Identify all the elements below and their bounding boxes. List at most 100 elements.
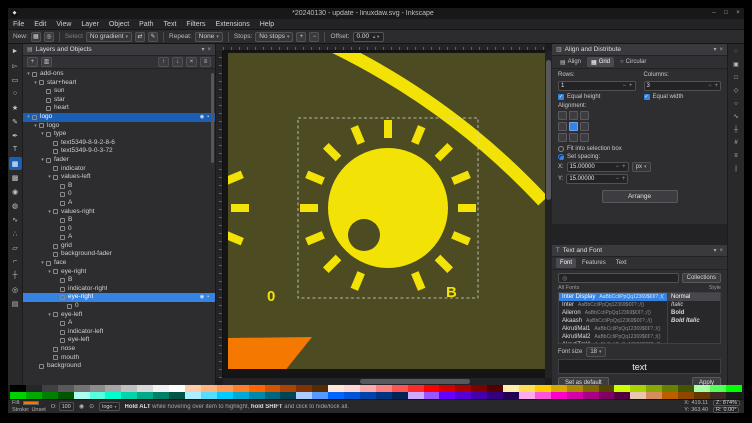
layer-mode-button[interactable]: ▥	[41, 57, 52, 67]
palette-swatch[interactable]	[74, 385, 90, 392]
tree-row-text5349-8-9-2-8-6[interactable]: text5349-8-9-2-8-6	[23, 139, 215, 148]
tree-row-mouth[interactable]: mouth	[23, 354, 215, 363]
zoom-tool[interactable]: ◎	[9, 283, 22, 296]
palette-swatch[interactable]	[265, 392, 281, 399]
y-spacing-spinner[interactable]: 15.00000 − +	[566, 174, 628, 184]
palette-swatch[interactable]	[26, 392, 42, 399]
style-item-bold[interactable]: Bold	[668, 309, 720, 317]
palette-swatch[interactable]	[10, 385, 26, 392]
font-item-akrutimal2[interactable]: AkrutiMal2AaBbCcIiPpQq12369$€¢?.;/()	[559, 333, 667, 341]
lock-icon[interactable]: •	[207, 113, 209, 122]
minus-icon[interactable]: −	[615, 176, 619, 182]
snap-bounding-box[interactable]: ▣	[731, 59, 742, 70]
palette-swatch[interactable]	[567, 385, 583, 392]
close-button[interactable]: ×	[732, 8, 744, 19]
alignment-anchor-7[interactable]	[569, 133, 578, 142]
palette-swatch[interactable]	[217, 385, 233, 392]
palette-swatch[interactable]	[249, 392, 265, 399]
pages-tool[interactable]: ▤	[9, 297, 22, 310]
snap-global-toggle[interactable]: ◌	[731, 46, 742, 57]
rotation-spinner[interactable]: R: 0.00°	[713, 407, 739, 413]
tree-row-background-fader[interactable]: background-fader	[23, 250, 215, 259]
palette-swatch[interactable]	[90, 392, 106, 399]
palette-swatch[interactable]	[328, 385, 344, 392]
expander-icon[interactable]: ▾	[39, 259, 46, 268]
tree-row-nose[interactable]: nose	[23, 345, 215, 354]
visibility-icon[interactable]: ◉	[200, 293, 204, 302]
palette-swatch[interactable]	[599, 392, 615, 399]
tree-row-eye-right[interactable]: ▾eye-right	[23, 268, 215, 277]
palette-swatch[interactable]	[439, 385, 455, 392]
palette-swatch[interactable]	[185, 385, 201, 392]
rows-spinner[interactable]: 1 − +	[558, 81, 636, 91]
alignment-anchor-0[interactable]	[558, 111, 567, 120]
equal-height-checkbox[interactable]: ✓ Equal height	[558, 94, 636, 100]
palette-swatch[interactable]	[185, 392, 201, 399]
add-layer-button[interactable]: +	[27, 57, 38, 67]
paint-bucket-tool[interactable]: ◍	[9, 199, 22, 212]
tree-row-face[interactable]: ▾face	[23, 259, 215, 268]
palette-swatch[interactable]	[503, 392, 519, 399]
palette-swatch[interactable]	[376, 392, 392, 399]
pen-tool[interactable]: ✒	[9, 129, 22, 142]
palette-swatch[interactable]	[424, 385, 440, 392]
palette-swatch[interactable]	[233, 392, 249, 399]
opacity-spinner[interactable]: 100	[59, 402, 74, 411]
palette-swatch[interactable]	[217, 392, 233, 399]
palette-swatch[interactable]	[233, 385, 249, 392]
alignment-anchor-3[interactable]	[558, 122, 567, 131]
menu-item-text[interactable]: Text	[159, 19, 182, 30]
drawing-viewport[interactable]: 0 B	[223, 51, 545, 378]
plus-icon[interactable]: +	[622, 176, 626, 182]
vertical-scrollbar[interactable]	[545, 51, 552, 378]
menu-item-filters[interactable]: Filters	[181, 19, 210, 30]
palette-swatch[interactable]	[726, 385, 742, 392]
insert-stop-button[interactable]: +	[296, 32, 306, 42]
palette-swatch[interactable]	[614, 385, 630, 392]
pencil-tool[interactable]: ✎	[9, 115, 22, 128]
palette-swatch[interactable]	[630, 385, 646, 392]
knob-indicator-dot[interactable]	[348, 219, 380, 251]
tree-row-grid[interactable]: grid	[23, 242, 215, 251]
horizontal-scrollbar-thumb[interactable]	[360, 379, 470, 384]
collections-button[interactable]: Collections	[682, 273, 721, 283]
palette-swatch[interactable]	[424, 392, 440, 399]
alignment-anchor-6[interactable]	[558, 133, 567, 142]
arrange-button[interactable]: Arrange	[602, 190, 678, 203]
palette-swatch[interactable]	[392, 392, 408, 399]
delete-stop-button[interactable]: −	[309, 32, 319, 42]
layer-visibility-icon[interactable]: ◉	[79, 403, 84, 410]
tweak-tool[interactable]: ∿	[9, 213, 22, 226]
palette-swatch[interactable]	[312, 385, 328, 392]
tree-row-A[interactable]: A	[23, 199, 215, 208]
tree-row-sun[interactable]: sun	[23, 87, 215, 96]
palette-swatch[interactable]	[455, 385, 471, 392]
panel-collapse-icon[interactable]: ▾	[201, 46, 204, 53]
gradient-select-dropdown[interactable]: No gradient ▾	[86, 32, 132, 42]
tree-row-B[interactable]: B	[23, 276, 215, 285]
palette-swatch[interactable]	[630, 392, 646, 399]
palette-swatch[interactable]	[74, 392, 90, 399]
snap-nodes[interactable]: ◇	[731, 85, 742, 96]
palette-swatch[interactable]	[503, 385, 519, 392]
palette-swatch[interactable]	[567, 392, 583, 399]
palette-swatch[interactable]	[408, 392, 424, 399]
ellipse-tool[interactable]: ○	[9, 87, 22, 100]
zoom-spinner[interactable]: Z: 874%	[713, 400, 740, 406]
palette-swatch[interactable]	[519, 385, 535, 392]
palette-swatch[interactable]	[312, 392, 328, 399]
style-item-italic[interactable]: Italic	[668, 301, 720, 309]
measure-tool[interactable]: ┼	[9, 269, 22, 282]
tree-row-indicator-left[interactable]: indicator-left	[23, 328, 215, 337]
fill-swatch[interactable]	[23, 401, 39, 405]
tree-row-B[interactable]: B	[23, 216, 215, 225]
palette-swatch[interactable]	[646, 392, 662, 399]
palette-swatch[interactable]	[10, 392, 26, 399]
palette-swatch[interactable]	[58, 385, 74, 392]
panel-close-icon[interactable]: ×	[719, 248, 723, 254]
horizontal-scrollbar[interactable]	[223, 378, 545, 385]
palette-swatch[interactable]	[344, 392, 360, 399]
tree-row-heart[interactable]: heart	[23, 104, 215, 113]
tree-scrollbar[interactable]	[211, 73, 214, 163]
knob-circle[interactable]	[328, 148, 448, 268]
